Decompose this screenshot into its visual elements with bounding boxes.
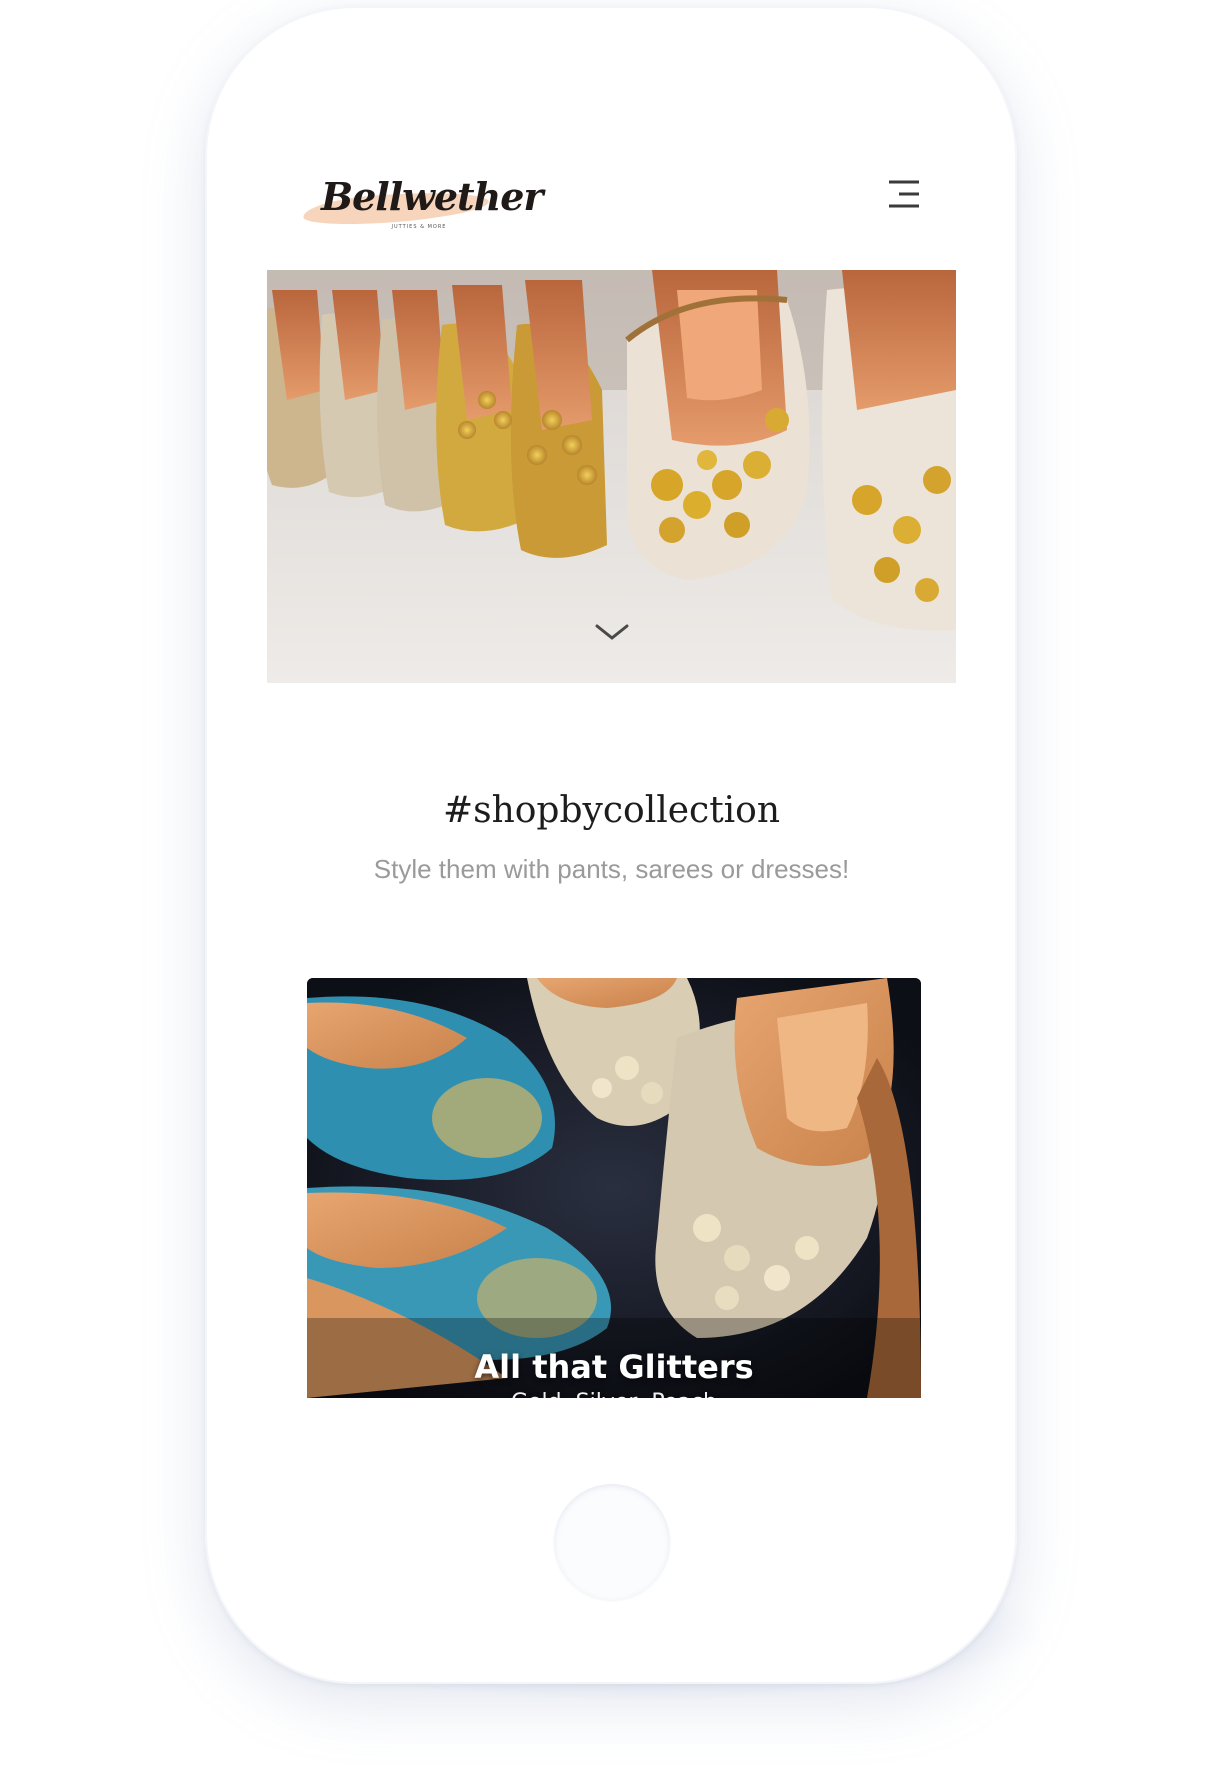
chevron-down-icon[interactable] [593, 620, 631, 644]
brand-logo[interactable]: Bellwether JUTTIES & MORE [302, 170, 543, 240]
phone-screen: Bellwether JUTTIES & MORE #shopbycollect… [267, 130, 956, 1398]
home-button[interactable] [554, 1484, 670, 1600]
logo-wordmark: Bellwether [321, 174, 543, 219]
collection-card[interactable]: All that Glitters Gold, Silver, Peach [307, 978, 921, 1398]
logo-tagline: JUTTIES & MORE [391, 224, 447, 230]
collection-card-title: All that Glitters [474, 1348, 754, 1386]
hero-banner-image [267, 270, 956, 683]
hamburger-menu-icon[interactable] [883, 176, 923, 216]
site-header: Bellwether JUTTIES & MORE [267, 130, 956, 270]
collection-card-subtitle: Gold, Silver, Peach [307, 1390, 921, 1398]
section-title: #shopbycollection [442, 790, 781, 831]
section-subtitle: Style them with pants, sarees or dresses… [373, 854, 850, 884]
